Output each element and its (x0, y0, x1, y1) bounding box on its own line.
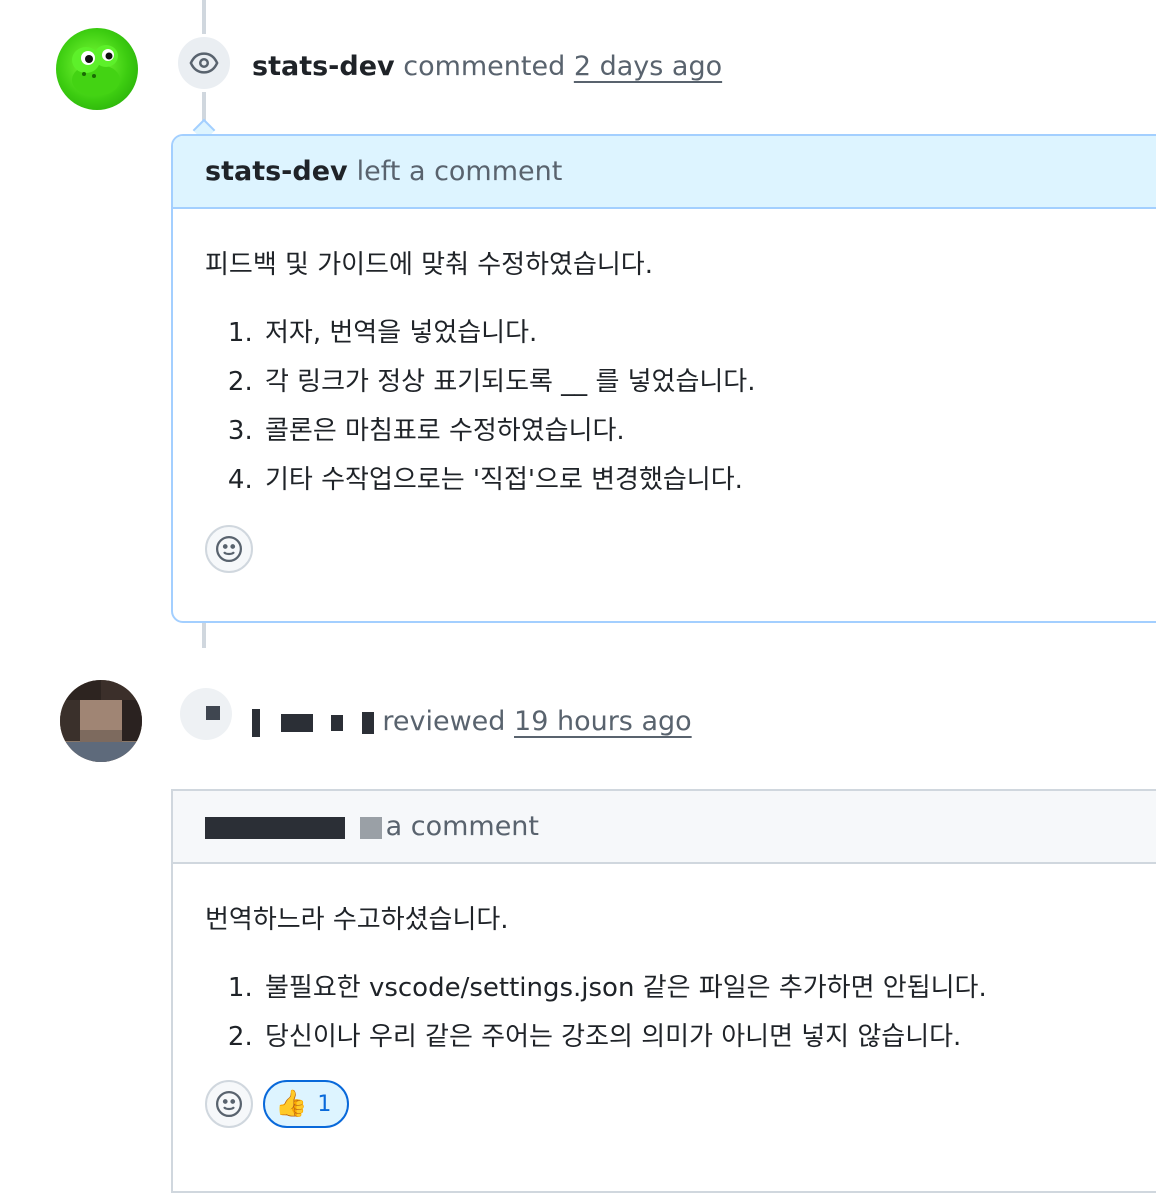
event-time-link[interactable]: 2 days ago (574, 51, 722, 82)
comment-body: 번역하느라 수고하셨습니다. 불필요한 vscode/settings.json… (173, 864, 1156, 1055)
timeline-line (202, 620, 206, 648)
add-reaction-button[interactable] (205, 1080, 253, 1128)
list-item: 저자, 번역을 넣었습니다. (261, 315, 1151, 351)
comment-box: stats-dev left a comment 피드백 및 가이드에 맞춰 수… (171, 134, 1156, 623)
event-time-link[interactable]: 19 hours ago (514, 706, 692, 737)
event-verb: commented (403, 51, 566, 82)
event-line: reviewed 19 hours ago (252, 704, 692, 740)
comment-header: a comment (173, 791, 1156, 864)
redacted-author (205, 811, 382, 842)
list-item: 불필요한 vscode/settings.json 같은 파일은 추가하면 안됩… (261, 970, 1151, 1006)
comment-author-link[interactable]: stats-dev (205, 156, 348, 187)
reactions-bar (173, 511, 1156, 573)
reactions-bar: 👍 1 (173, 1068, 1156, 1128)
pixelated-event-icon (206, 706, 220, 720)
comment-body: 피드백 및 가이드에 맞춰 수정하였습니다. 저자, 번역을 넣었습니다. 각 … (173, 209, 1156, 498)
comment-list: 불필요한 vscode/settings.json 같은 파일은 추가하면 안됩… (205, 970, 1151, 1055)
add-reaction-button[interactable] (205, 525, 253, 573)
list-item: 기타 수작업으로는 '직접'으로 변경했습니다. (261, 462, 1151, 498)
comment-header: stats-dev left a comment (173, 136, 1156, 209)
event-actor-link[interactable]: stats-dev (252, 51, 395, 82)
comment-header-verb: a comment (385, 811, 539, 842)
list-item: 당신이나 우리 같은 주어는 강조의 의미가 아니면 넣지 않습니다. (261, 1019, 1151, 1055)
event-verb: reviewed (382, 706, 506, 737)
thumbs-up-reaction-button[interactable]: 👍 1 (263, 1080, 350, 1128)
list-item: 각 링크가 정상 표기되도록 __ 를 넣었습니다. (261, 364, 1151, 400)
thumbs-up-icon: 👍 (275, 1089, 308, 1119)
frog-avatar-image (72, 45, 120, 96)
list-item: 콜론은 마침표로 수정하였습니다. (261, 413, 1151, 449)
reaction-count: 1 (317, 1091, 332, 1117)
comment-intro: 피드백 및 가이드에 맞춰 수정하였습니다. (205, 250, 653, 280)
pixelated-avatar-image (60, 680, 142, 762)
smiley-icon (216, 536, 242, 562)
event-line: stats-dev commented 2 days ago (252, 49, 722, 85)
comment-intro: 번역하느라 수고하셨습니다. (205, 905, 509, 935)
event-icon (180, 688, 232, 740)
redacted-actor (252, 706, 382, 737)
eye-icon (175, 34, 233, 92)
timeline-line (202, 0, 206, 34)
comment-box: a comment 번역하느라 수고하셨습니다. 불필요한 vscode/set… (171, 789, 1156, 1193)
avatar[interactable] (56, 28, 138, 110)
avatar[interactable] (60, 680, 142, 762)
comment-header-verb: left a comment (356, 156, 563, 187)
comment-list: 저자, 번역을 넣었습니다. 각 링크가 정상 표기되도록 __ 를 넣었습니다… (205, 315, 1151, 498)
smiley-icon (216, 1091, 242, 1117)
